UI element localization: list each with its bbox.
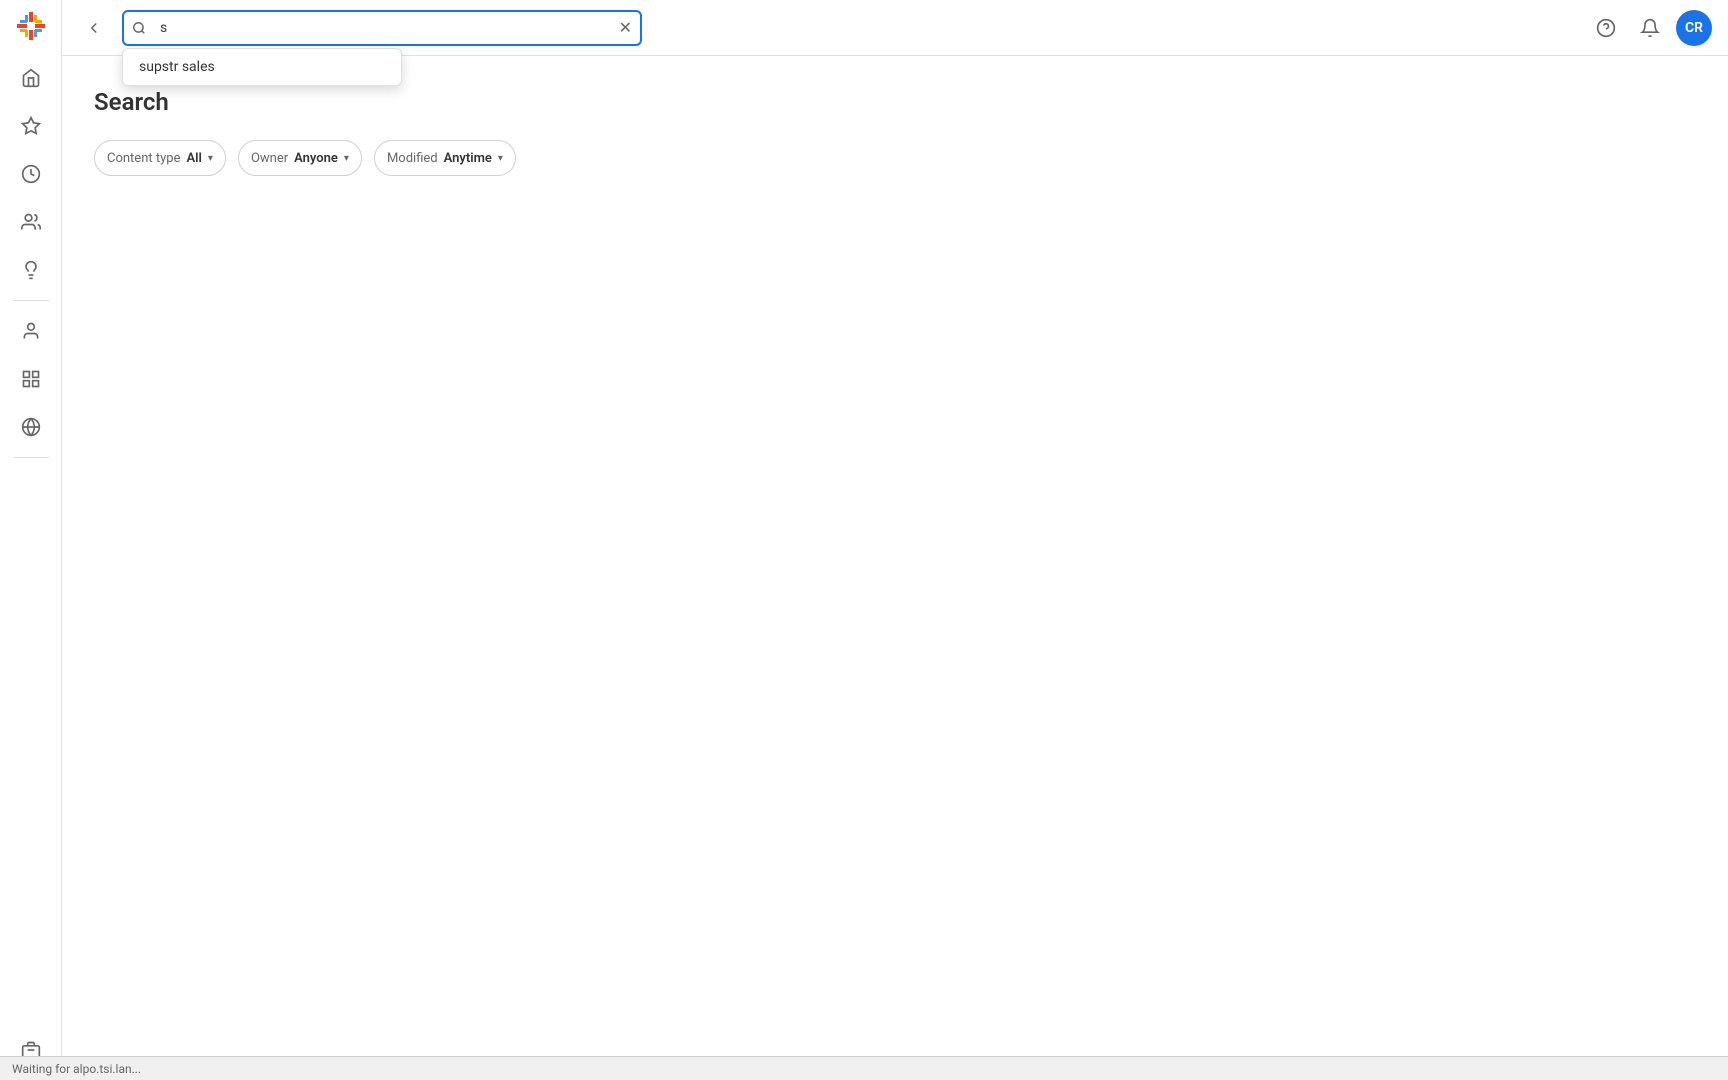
sidebar-item-recommendations[interactable]: [9, 248, 53, 292]
content-type-chevron-icon: ▾: [208, 153, 213, 164]
sidebar-bottom-nav: [0, 309, 61, 449]
owner-value: Anyone: [294, 151, 338, 166]
owner-chevron-icon: ▾: [344, 153, 349, 164]
user-avatar[interactable]: CR: [1676, 10, 1712, 46]
content-type-filter[interactable]: Content type All ▾: [94, 140, 226, 176]
search-clear-button[interactable]: ✕: [619, 20, 632, 36]
search-container: ✕ supstr sales: [122, 10, 642, 46]
status-text: Waiting for alpo.tsi.lan...: [12, 1062, 141, 1076]
modified-value: Anytime: [444, 151, 492, 166]
content-type-value: All: [186, 151, 201, 166]
modified-label: Modified: [387, 151, 438, 166]
status-bar: Waiting for alpo.tsi.lan...: [0, 1056, 1728, 1080]
modified-chevron-icon: ▾: [498, 153, 503, 164]
header-actions: CR: [1588, 10, 1712, 46]
search-icon: [132, 21, 146, 35]
owner-label: Owner: [251, 151, 288, 166]
sidebar-nav: [0, 56, 61, 292]
filter-bar: Content type All ▾ Owner Anyone ▾ Modifi…: [94, 140, 1696, 176]
help-button[interactable]: [1588, 10, 1624, 46]
notifications-button[interactable]: [1632, 10, 1668, 46]
search-input[interactable]: [122, 10, 642, 46]
back-button[interactable]: [78, 12, 110, 44]
autocomplete-dropdown: supstr sales: [122, 48, 402, 86]
sidebar-item-recents[interactable]: [9, 152, 53, 196]
sidebar-item-user[interactable]: [9, 309, 53, 353]
main-content: ✕ supstr sales: [62, 0, 1728, 1080]
content-type-label: Content type: [107, 151, 180, 166]
app-logo: [13, 8, 49, 44]
sidebar-item-favorites[interactable]: [9, 104, 53, 148]
modified-filter[interactable]: Modified Anytime ▾: [374, 140, 516, 176]
owner-filter[interactable]: Owner Anyone ▾: [238, 140, 362, 176]
sidebar-divider-2: [13, 457, 49, 458]
autocomplete-item[interactable]: supstr sales: [123, 49, 401, 85]
sidebar-item-collections[interactable]: [9, 357, 53, 401]
header: ✕ supstr sales: [62, 0, 1728, 56]
sidebar-item-shared[interactable]: [9, 200, 53, 244]
sidebar-item-home[interactable]: [9, 56, 53, 100]
sidebar-item-external[interactable]: [9, 405, 53, 449]
sidebar-divider-1: [13, 300, 49, 301]
sidebar: [0, 0, 62, 1080]
page-title: Search: [94, 88, 1696, 116]
